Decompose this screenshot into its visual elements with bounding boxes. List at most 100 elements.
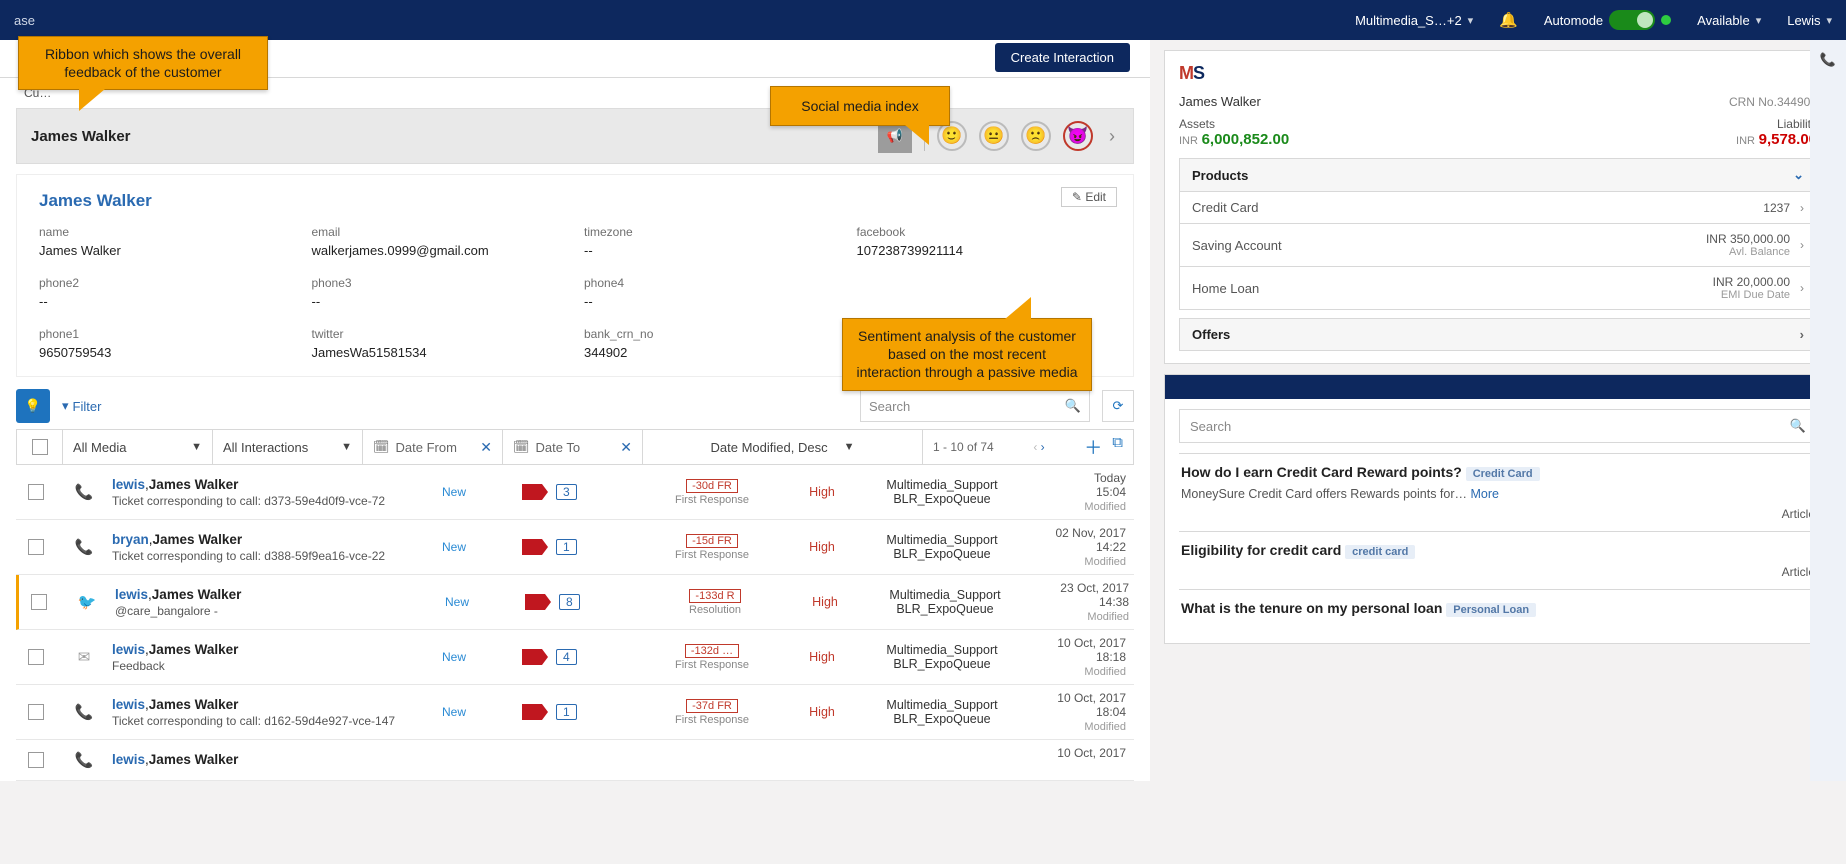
kb-search-input[interactable]: Search 🔍: [1179, 409, 1817, 443]
products-header[interactable]: Products⌄: [1179, 158, 1817, 192]
sort-selector[interactable]: Date Modified, Desc▼: [643, 430, 923, 464]
filter-link[interactable]: ▾ Filter: [62, 398, 101, 414]
knowledge-base-panel: Search 🔍 How do I earn Credit Card Rewar…: [1164, 374, 1832, 644]
kb-item[interactable]: What is the tenure on my personal loan P…: [1179, 589, 1817, 633]
field-label: email: [312, 225, 567, 239]
row-priority: High: [782, 540, 862, 554]
open-external-icon[interactable]: ⧉: [1112, 434, 1123, 460]
interaction-row[interactable]: 📞lewis,James WalkerTicket corresponding …: [16, 685, 1134, 740]
queue-selector[interactable]: Multimedia_S…+2 ▾: [1355, 13, 1473, 28]
interaction-filter[interactable]: All Interactions▼: [213, 430, 363, 464]
phone-icon: 📞: [56, 751, 112, 769]
presence-selector[interactable]: Available ▾: [1697, 13, 1761, 28]
row-subtitle: @care_bangalore -: [115, 604, 445, 618]
edit-button[interactable]: ✎ Edit: [1061, 187, 1117, 207]
report-icon[interactable]: 💡: [16, 389, 50, 423]
row-agent: lewis: [115, 587, 148, 602]
interaction-row[interactable]: 📞lewis,James WalkerTicket corresponding …: [16, 465, 1134, 520]
row-checkbox[interactable]: [28, 649, 44, 665]
kb-title: What is the tenure on my personal loan P…: [1181, 600, 1815, 617]
row-checkbox[interactable]: [31, 594, 47, 610]
product-sub: Avl. Balance: [1706, 246, 1790, 258]
clear-icon[interactable]: ✕: [620, 439, 632, 456]
interaction-row[interactable]: 📞lewis,James Walker10 Oct, 2017: [16, 740, 1134, 781]
kb-body: MoneySure Credit Card offers Rewards poi…: [1181, 487, 1815, 501]
date-from-input[interactable]: 🗓Date From✕: [363, 430, 503, 464]
row-agent: lewis: [112, 752, 145, 767]
sentiment-sad-icon[interactable]: 🙁: [1021, 121, 1051, 151]
date-to-input[interactable]: 🗓Date To✕: [503, 430, 643, 464]
row-count: 3: [556, 484, 577, 500]
add-icon[interactable]: ＋: [1084, 434, 1102, 460]
row-checkbox[interactable]: [28, 539, 44, 555]
sla-pill: -132d …: [685, 644, 739, 658]
prev-page-icon[interactable]: ‹: [1033, 440, 1037, 454]
row-checkbox[interactable]: [28, 484, 44, 500]
create-interaction-button[interactable]: Create Interaction: [995, 43, 1130, 72]
field-value: JamesWa51581534: [312, 345, 567, 360]
next-page-icon[interactable]: ›: [1041, 440, 1045, 454]
row-agent: lewis: [112, 642, 145, 657]
summary-crn: CRN No.344902: [1729, 95, 1817, 109]
kb-title: How do I earn Credit Card Reward points?…: [1181, 464, 1815, 481]
grid-toolbar: All Media▼ All Interactions▼ 🗓Date From✕…: [16, 429, 1134, 465]
bell-icon[interactable]: 🔔: [1499, 11, 1518, 29]
refresh-button[interactable]: ⟳: [1102, 390, 1134, 422]
row-customer: James Walker: [149, 697, 239, 712]
app-tag: ase: [14, 13, 35, 28]
chevron-down-icon: ▼: [844, 441, 855, 453]
product-row[interactable]: Saving AccountINR 350,000.00Avl. Balance…: [1179, 224, 1817, 267]
row-count: 8: [559, 594, 580, 610]
user-menu[interactable]: Lewis ▾: [1787, 13, 1832, 28]
row-queue: Multimedia_SupportBLR_ExpoQueue: [865, 588, 1025, 616]
media-filter[interactable]: All Media▼: [63, 430, 213, 464]
kb-type: Article: [1181, 507, 1815, 521]
row-checkbox[interactable]: [28, 752, 44, 768]
automode-toggle[interactable]: Automode: [1544, 10, 1671, 30]
phone-icon: 📞: [56, 483, 112, 501]
chevron-down-icon: ▾: [1756, 14, 1762, 27]
calendar-icon: 🗓: [513, 439, 530, 455]
chevron-down-icon: ▼: [191, 441, 202, 453]
clear-icon[interactable]: ✕: [480, 439, 492, 456]
row-checkbox[interactable]: [28, 704, 44, 720]
kb-item[interactable]: Eligibility for credit card credit cardA…: [1179, 531, 1817, 589]
chevron-down-icon: ⌄: [1793, 167, 1804, 183]
interactions-search-input[interactable]: Search 🔍: [860, 390, 1090, 422]
row-modified: 10 Oct, 201718:04Modified: [1022, 691, 1132, 733]
field-value: James Walker: [39, 243, 294, 258]
row-customer: James Walker: [149, 752, 239, 767]
field-label: phone4: [584, 276, 839, 290]
sentiment-angry-icon[interactable]: 😈: [1063, 121, 1093, 151]
tw-icon: 🐦: [59, 593, 115, 611]
row-customer: James Walker: [153, 532, 243, 547]
row-queue: Multimedia_SupportBLR_ExpoQueue: [862, 533, 1022, 561]
interaction-row[interactable]: 📞bryan,James WalkerTicket corresponding …: [16, 520, 1134, 575]
phone-icon[interactable]: 📞: [1820, 52, 1836, 68]
row-modified: 10 Oct, 201718:18Modified: [1022, 636, 1132, 678]
paging-label: 1 - 10 of 74: [933, 440, 994, 454]
select-all-checkbox[interactable]: [32, 439, 48, 455]
sentiment-neutral-icon[interactable]: 😐: [979, 121, 1009, 151]
offers-header[interactable]: Offers›: [1179, 318, 1817, 351]
priority-flag-icon: [522, 484, 542, 500]
mail-icon: ✉: [56, 648, 112, 666]
interaction-row[interactable]: ✉lewis,James WalkerFeedbackNew4-132d …Fi…: [16, 630, 1134, 685]
product-row[interactable]: Home LoanINR 20,000.00EMI Due Date›: [1179, 267, 1817, 310]
side-rail: 📞: [1810, 40, 1846, 781]
phone-icon: 📞: [56, 703, 112, 721]
sla-label: Resolution: [645, 604, 785, 616]
sla-pill: -15d FR: [686, 534, 738, 548]
sla-pill: -30d FR: [686, 479, 738, 493]
sla-pill: -37d FR: [686, 699, 738, 713]
kb-tag: Personal Loan: [1446, 603, 1536, 617]
kb-type: Article: [1181, 565, 1815, 579]
kb-more-link[interactable]: More: [1470, 487, 1498, 501]
product-row[interactable]: Credit Card1237›: [1179, 192, 1817, 224]
interaction-row[interactable]: 🐦lewis,James Walker@care_bangalore -New8…: [16, 575, 1134, 630]
customer-ribbon: James Walker 📢 🙂 😐 🙁 😈 ›: [16, 108, 1134, 164]
row-count: 4: [556, 649, 577, 665]
kb-item[interactable]: How do I earn Credit Card Reward points?…: [1179, 453, 1817, 531]
chevron-right-icon[interactable]: ›: [1105, 126, 1119, 147]
chevron-right-icon: ›: [1800, 201, 1804, 215]
